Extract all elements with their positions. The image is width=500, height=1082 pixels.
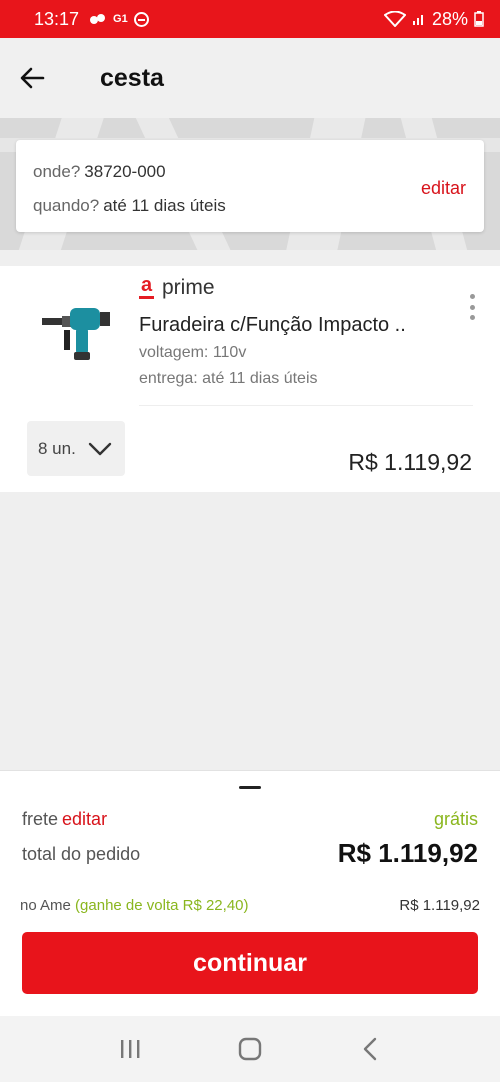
when-row: quando? até 11 dias úteis: [33, 196, 226, 216]
divider: [139, 405, 473, 406]
recent-apps-icon: [121, 1040, 140, 1058]
product-voltage: voltagem: 110v: [139, 344, 247, 361]
battery-icon: [474, 11, 484, 27]
where-label: onde?: [33, 162, 81, 181]
battery-percent: 28%: [431, 8, 468, 29]
app-header: cesta: [0, 38, 500, 118]
status-bar: 13:17 G1 28%: [0, 0, 500, 38]
drag-handle[interactable]: [239, 786, 261, 789]
ame-value: R$ 1.119,92: [399, 897, 480, 914]
dnd-icon: [133, 11, 149, 27]
when-label: quando?: [33, 196, 100, 215]
edit-shipping-link[interactable]: editar: [62, 809, 107, 829]
where-value: 38720-000: [84, 162, 166, 181]
wifi-icon: [383, 11, 406, 27]
order-summary: frete editar grátis total do pedido R$ 1.…: [0, 770, 500, 1016]
back-arrow-icon: [20, 67, 45, 89]
product-image[interactable]: [40, 302, 114, 362]
total-label: total do pedido: [22, 844, 141, 864]
product-delivery: entrega: até 11 dias úteis: [139, 370, 318, 387]
edit-address-link[interactable]: editar: [421, 178, 466, 199]
g1-badge: G1: [113, 13, 128, 25]
where-row: onde? 38720-000: [33, 162, 166, 182]
shipping-row: frete editar: [22, 809, 107, 830]
total-value: R$ 1.119,92: [337, 838, 478, 868]
quantity-value: 8 un.: [38, 438, 76, 458]
status-time: 13:17: [34, 8, 80, 29]
ame-cashback: (ganhe de volta R$ 22,40): [75, 897, 249, 914]
address-card: onde? 38720-000 quando? até 11 dias úteis …: [16, 140, 484, 232]
cart-item: a prime Furadeira c/Função Impacto .. vo…: [0, 266, 500, 492]
product-price: R$ 1.119,92: [348, 449, 472, 475]
product-title[interactable]: Furadeira c/Função Impacto ..: [139, 314, 406, 337]
continue-button[interactable]: continuar: [22, 932, 478, 994]
chevron-down-icon: [88, 442, 112, 455]
prime-label: prime: [162, 276, 215, 299]
quantity-select[interactable]: 8 un.: [27, 421, 125, 476]
home-button[interactable]: [225, 1024, 275, 1074]
recent-apps-button[interactable]: [105, 1024, 155, 1074]
home-icon: [238, 1037, 262, 1061]
signal-icon: [412, 15, 423, 25]
prime-logo-icon: a: [139, 275, 154, 299]
notification-app-icon: [90, 14, 106, 24]
back-button[interactable]: [2, 38, 62, 118]
shipping-value: grátis: [433, 809, 478, 829]
kebab-menu-icon[interactable]: [466, 294, 478, 320]
prime-badge: a prime: [139, 275, 215, 300]
ame-row: no Ame (ganhe de volta R$ 22,40): [20, 897, 249, 914]
page-title: cesta: [100, 63, 164, 92]
nav-back-icon: [363, 1037, 377, 1061]
ame-label: no Ame: [20, 897, 71, 914]
when-value: até 11 dias úteis: [103, 196, 226, 215]
system-nav-bar: [0, 1016, 500, 1082]
shipping-label: frete: [22, 809, 59, 829]
notification-icons: G1: [89, 11, 149, 27]
system-status: 28%: [383, 8, 484, 30]
system-back-button[interactable]: [345, 1024, 395, 1074]
